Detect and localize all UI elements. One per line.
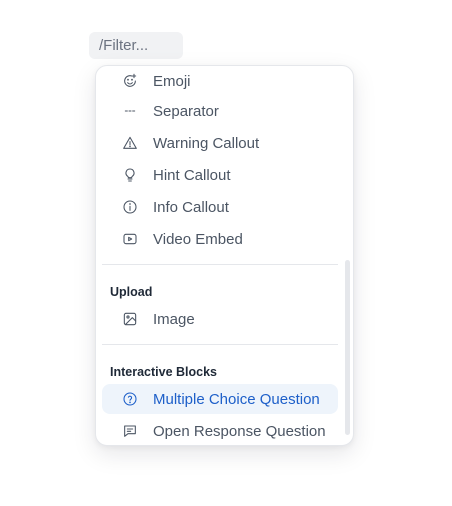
info-icon xyxy=(121,198,139,216)
menu-item-label: Warning Callout xyxy=(153,134,260,152)
menu-scrollbar[interactable] xyxy=(345,260,350,435)
menu-item-open-response-question[interactable]: Open Response Question xyxy=(102,416,338,445)
emoji-icon xyxy=(121,72,139,90)
section-heading-upload: Upload xyxy=(110,285,153,299)
menu-item-hint-callout[interactable]: Hint Callout xyxy=(102,160,338,190)
image-icon xyxy=(121,310,139,328)
lightbulb-icon xyxy=(121,166,139,184)
video-icon xyxy=(121,230,139,248)
question-circle-icon xyxy=(121,390,139,408)
menu-item-info-callout[interactable]: Info Callout xyxy=(102,192,338,222)
menu-item-label: Separator xyxy=(153,102,219,120)
separator-icon xyxy=(121,102,139,120)
menu-item-label: Info Callout xyxy=(153,198,229,216)
menu-item-label: Emoji xyxy=(153,72,191,90)
menu-item-warning-callout[interactable]: Warning Callout xyxy=(102,128,338,158)
menu-item-image[interactable]: Image xyxy=(102,304,338,334)
section-heading-interactive: Interactive Blocks xyxy=(110,365,217,379)
filter-input[interactable]: /Filter... xyxy=(89,32,183,59)
menu-item-multiple-choice-question[interactable]: Multiple Choice Question xyxy=(102,384,338,414)
menu-item-label: Image xyxy=(153,310,195,328)
menu-item-separator[interactable]: Separator xyxy=(102,96,338,126)
menu-item-label: Hint Callout xyxy=(153,166,231,184)
menu-item-video-embed[interactable]: Video Embed xyxy=(102,224,338,254)
block-insert-menu: Emoji Separator Warning Callout Hint Cal… xyxy=(95,65,354,446)
menu-item-emoji[interactable]: Emoji xyxy=(102,66,338,96)
section-divider xyxy=(102,344,338,345)
menu-item-label: Multiple Choice Question xyxy=(153,390,320,408)
menu-item-label: Open Response Question xyxy=(153,422,326,440)
menu-item-label: Video Embed xyxy=(153,230,243,248)
section-divider xyxy=(102,264,338,265)
message-icon xyxy=(121,422,139,440)
warning-icon xyxy=(121,134,139,152)
